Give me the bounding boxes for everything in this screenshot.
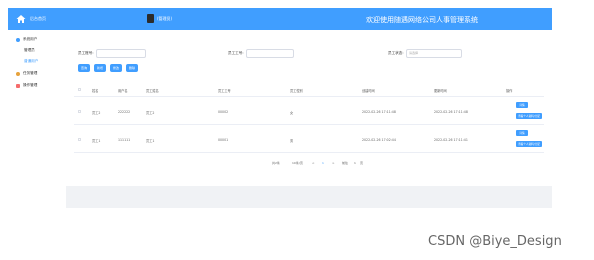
avatar[interactable] <box>147 14 154 23</box>
sidebar-item-normal-users[interactable]: 普通用户 <box>24 59 38 64</box>
col-header-username: 用户名 <box>118 89 128 93</box>
row-assign-button[interactable]: 查看个人资料/分配 <box>516 141 542 147</box>
cell-created: 2022-02-26 17:02:44 <box>362 138 396 142</box>
employee-status-label: 员工状态: <box>388 51 404 55</box>
col-header-updated: 更新时间 <box>434 89 447 93</box>
task-icon <box>16 71 20 76</box>
app-window: 后台首页 (管理员) 欢迎使用随遇网络公司人事管理系统 系统用户 管理员 普通用… <box>8 8 552 208</box>
logo-text: 后台首页 <box>30 16 46 21</box>
cell-username: 111111 <box>118 138 131 142</box>
sidebar-item-label: 操作管理 <box>23 83 38 87</box>
home-link[interactable]: 后台首页 <box>16 13 76 25</box>
cell-updated: 2022-02-26 17:11:48 <box>434 110 468 114</box>
col-header-gender: 员工性别 <box>290 89 303 93</box>
divider <box>74 96 544 97</box>
footer-area <box>66 186 552 208</box>
delete-button[interactable]: 删除 <box>126 64 138 72</box>
home-icon <box>16 14 26 24</box>
pager-page-suffix: 页 <box>360 161 364 165</box>
employee-no-label: 员工工号: <box>228 51 244 55</box>
cell-name: 员工1 <box>92 139 101 143</box>
employee-account-label: 员工账号: <box>78 51 94 55</box>
select-all-checkbox[interactable] <box>78 88 81 91</box>
cell-created: 2022-02-26 17:11:48 <box>362 110 396 114</box>
sidebar-item-admin[interactable]: 管理员 <box>24 48 35 53</box>
add-button[interactable]: 新增 <box>94 64 106 72</box>
sidebar-item-system-users[interactable]: 系统用户 <box>16 37 37 42</box>
col-header-emp-no: 员工工号 <box>218 89 231 93</box>
pager-size-select[interactable]: 10条/页 <box>292 161 303 165</box>
row-detail-button[interactable]: 详情 <box>516 130 528 136</box>
pager-goto-label: 前往 <box>342 161 349 165</box>
top-header: 后台首页 (管理员) 欢迎使用随遇网络公司人事管理系统 <box>8 8 552 30</box>
cell-emp-no: 00002 <box>218 110 229 114</box>
row-detail-button[interactable]: 详情 <box>516 102 528 108</box>
user-icon <box>16 37 20 42</box>
main-content: 员工账号: 员工工号: 员工状态: 请选择 查询 新增 修改 删除 姓名 用户名… <box>66 30 552 186</box>
cell-updated: 2022-02-26 17:11:41 <box>434 138 468 142</box>
grid-icon <box>16 83 20 88</box>
divider <box>74 124 544 125</box>
col-header-name: 姓名 <box>92 89 99 93</box>
sidebar-item-label: 任务管理 <box>23 71 38 75</box>
cell-gender: 男 <box>290 139 294 143</box>
sidebar-item-tasks[interactable]: 任务管理 <box>16 71 37 76</box>
watermark-text: CSDN @Biye_Design <box>428 234 562 249</box>
col-header-actions: 操作 <box>506 89 513 93</box>
employee-account-input[interactable] <box>96 49 146 58</box>
row-checkbox[interactable] <box>78 110 81 113</box>
sidebar-item-operations[interactable]: 操作管理 <box>16 83 37 88</box>
edit-button[interactable]: 修改 <box>110 64 122 72</box>
pager-next-button[interactable]: > <box>332 161 335 165</box>
cell-real-name: 员工2 <box>146 111 155 115</box>
user-name: (管理员) <box>157 16 173 21</box>
employee-status-select[interactable]: 请选择 <box>406 49 462 58</box>
cell-emp-no: 00001 <box>218 138 229 142</box>
row-checkbox[interactable] <box>78 138 81 141</box>
pager-current-page[interactable]: 1 <box>322 161 324 165</box>
search-button[interactable]: 查询 <box>78 64 90 72</box>
cell-real-name: 员工1 <box>146 139 155 143</box>
sidebar-item-label: 普通用户 <box>24 59 39 63</box>
sidebar: 系统用户 管理员 普通用户 任务管理 操作管理 <box>8 30 66 208</box>
sidebar-item-label: 管理员 <box>24 48 35 52</box>
col-header-created: 创建时间 <box>362 89 375 93</box>
page-title: 欢迎使用随遇网络公司人事管理系统 <box>366 16 478 24</box>
pager-prev-button[interactable]: < <box>312 161 315 165</box>
cell-name: 员工2 <box>92 111 101 115</box>
divider <box>74 152 544 153</box>
pager-page-input[interactable]: 1 <box>354 161 356 165</box>
cell-gender: 女 <box>290 111 294 115</box>
employee-no-input[interactable] <box>246 49 294 58</box>
sidebar-item-label: 系统用户 <box>23 37 38 41</box>
pager-total: 共2条 <box>272 161 280 165</box>
col-header-real-name: 员工姓名 <box>146 89 159 93</box>
row-assign-button[interactable]: 查看个人资料/分配 <box>516 113 542 119</box>
cell-username: 222222 <box>118 110 131 114</box>
